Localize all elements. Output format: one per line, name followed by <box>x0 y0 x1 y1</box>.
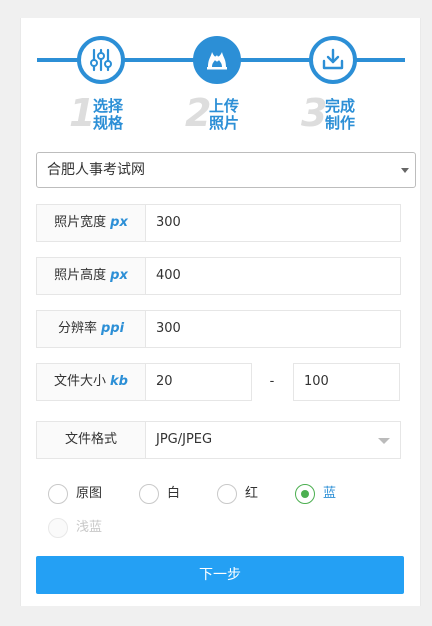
flame-icon <box>193 36 241 84</box>
file-format-row: 文件格式 JPG/JPEG <box>36 421 402 459</box>
step-number: 1 <box>69 91 96 135</box>
step-label: 选择 规格 <box>93 97 124 132</box>
resolution-label: 分辨率 ppi <box>36 310 146 348</box>
download-icon <box>309 36 357 84</box>
photo-height-input[interactable]: 400 <box>145 257 401 295</box>
step-1: 1 选择 规格 <box>69 36 187 146</box>
range-separator: - <box>269 374 275 389</box>
radio-label: 原图 <box>76 486 103 501</box>
form-card: 1 选择 规格 2 上传 照片 3 完成 制作 合肥人事考试网 照片宽度 px … <box>20 18 421 606</box>
file-size-max-input[interactable]: 100 <box>293 363 400 401</box>
radio-circle[interactable] <box>139 484 159 504</box>
step-label: 完成 制作 <box>325 97 356 132</box>
file-size-label: 文件大小 kb <box>36 363 146 401</box>
step-3: 3 完成 制作 <box>301 36 419 146</box>
site-select-value: 合肥人事考试网 <box>47 162 145 178</box>
file-size-row: 文件大小 kb 20 - 100 <box>36 363 402 401</box>
photo-width-label: 照片宽度 px <box>36 204 146 242</box>
next-step-button[interactable]: 下一步 <box>36 556 404 594</box>
resolution-input[interactable]: 300 <box>145 310 401 348</box>
resolution-row: 分辨率 ppi 300 <box>36 310 402 348</box>
radio-label: 红 <box>245 486 259 501</box>
radio-label: 白 <box>167 486 181 501</box>
radio-dot <box>301 490 309 498</box>
file-format-select[interactable]: JPG/JPEG <box>145 421 401 459</box>
radio-circle-disabled <box>48 518 68 538</box>
step-number: 2 <box>185 91 212 135</box>
radio-circle-checked[interactable] <box>295 484 315 504</box>
sliders-icon <box>77 36 125 84</box>
photo-width-input[interactable]: 300 <box>145 204 401 242</box>
step-progress: 1 选择 规格 2 上传 照片 3 完成 制作 <box>21 18 420 148</box>
photo-height-label: 照片高度 px <box>36 257 146 295</box>
file-size-min-input[interactable]: 20 <box>145 363 252 401</box>
file-format-label: 文件格式 <box>36 421 146 459</box>
photo-height-row: 照片高度 px 400 <box>36 257 402 295</box>
caret-down-icon <box>378 438 390 444</box>
step-number: 3 <box>301 91 328 135</box>
radio-circle[interactable] <box>217 484 237 504</box>
radio-label: 浅蓝 <box>76 520 103 535</box>
radio-label: 蓝 <box>323 486 337 501</box>
step-2: 2 上传 照片 <box>185 36 303 146</box>
file-format-value: JPG/JPEG <box>156 432 213 447</box>
site-select[interactable]: 合肥人事考试网 <box>36 152 416 188</box>
radio-circle[interactable] <box>48 484 68 504</box>
photo-width-row: 照片宽度 px 300 <box>36 204 402 242</box>
step-label: 上传 照片 <box>209 97 240 132</box>
caret-down-icon <box>401 168 409 173</box>
